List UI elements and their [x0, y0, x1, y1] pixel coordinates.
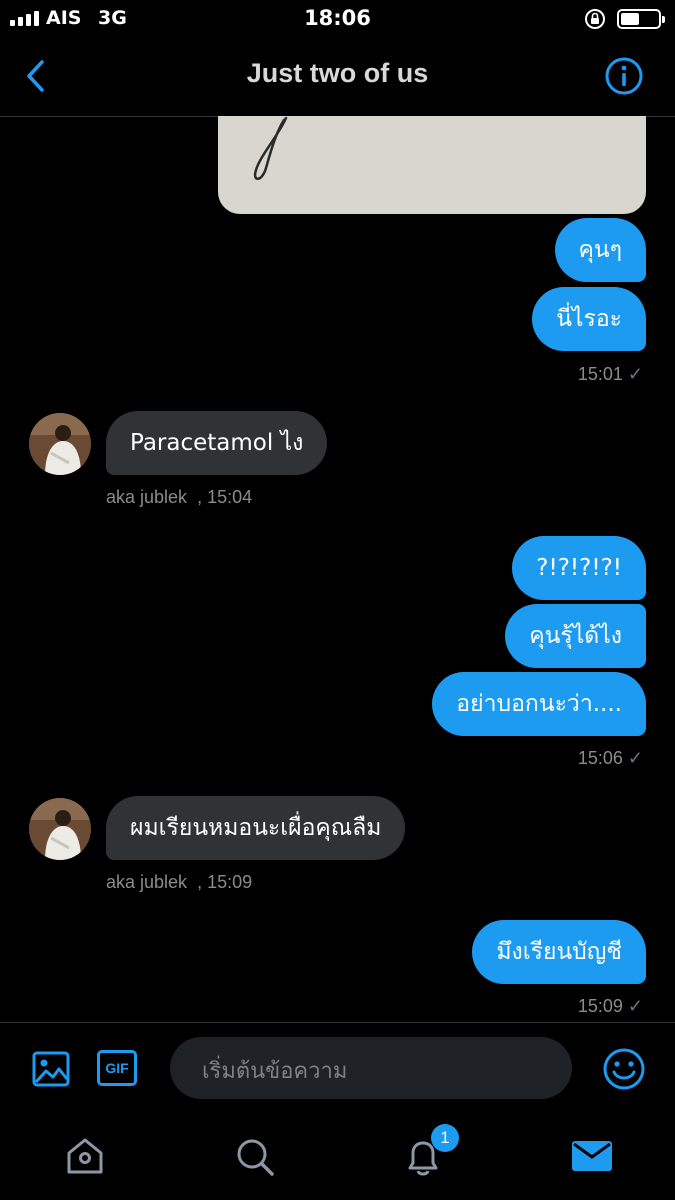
- message-composer: GIF เริ่มต้นข้อความ: [0, 1022, 675, 1119]
- notification-badge: 1: [431, 1124, 459, 1152]
- gif-icon[interactable]: GIF: [97, 1050, 137, 1086]
- message-input[interactable]: เริ่มต้นข้อความ: [170, 1037, 572, 1099]
- search-icon[interactable]: [234, 1136, 276, 1178]
- sender-meta: aka jublek , 15:04: [106, 487, 252, 508]
- outgoing-message[interactable]: อย่าบอกนะว่า....: [432, 672, 646, 736]
- message-timestamp: 15:01 ✓: [577, 364, 643, 384]
- message-input-placeholder: เริ่มต้นข้อความ: [202, 1059, 348, 1084]
- message-text: Paracetamol ไง: [130, 430, 304, 456]
- mail-icon[interactable]: [570, 1138, 614, 1174]
- sender-name: aka jublek: [106, 487, 188, 507]
- clock: 18:06: [304, 6, 371, 30]
- message-text: มึงเรียนบัญชี: [496, 939, 622, 965]
- image-icon[interactable]: [31, 1049, 71, 1089]
- sketch-drawing: [253, 116, 288, 180]
- message-timestamp: 15:09 ✓: [577, 996, 643, 1016]
- image-attachment[interactable]: [218, 116, 646, 214]
- message-time: , 15:09: [197, 872, 253, 892]
- incoming-message[interactable]: Paracetamol ไง: [106, 411, 328, 475]
- incoming-message[interactable]: ผมเรียนหมอนะเผื่อคุณลืม: [106, 796, 406, 860]
- message-text: คุนๆ: [578, 237, 622, 263]
- message-time: , 15:04: [197, 487, 253, 507]
- home-icon[interactable]: [64, 1136, 106, 1176]
- message-text: ผมเรียนหมอนะเผื่อคุณลืม: [130, 815, 382, 841]
- outgoing-message[interactable]: มึงเรียนบัญชี: [472, 920, 646, 984]
- sender-meta: aka jublek , 15:09: [106, 872, 252, 893]
- avatar[interactable]: [29, 413, 91, 475]
- emoji-icon[interactable]: [602, 1047, 646, 1091]
- outgoing-message[interactable]: ?!?!?!?!: [512, 536, 646, 600]
- outgoing-message[interactable]: นี่ไรอะ: [532, 287, 646, 351]
- outgoing-message[interactable]: คุนรุ้ได้ไง: [505, 604, 646, 668]
- battery-icon: [617, 9, 665, 29]
- info-icon[interactable]: [604, 56, 644, 96]
- avatar[interactable]: [29, 798, 91, 860]
- message-text: ?!?!?!?!: [536, 555, 622, 581]
- message-text: นี่ไรอะ: [556, 306, 622, 332]
- bottom-tab-bar: [0, 1118, 675, 1200]
- conversation-header: Just two of us: [0, 38, 675, 117]
- status-bar: AIS 3G 18:06: [0, 0, 675, 38]
- message-text: คุนรุ้ได้ไง: [529, 623, 622, 649]
- conversation-title: Just two of us: [246, 58, 429, 88]
- message-text: อย่าบอกนะว่า....: [456, 691, 622, 717]
- message-timestamp: 15:06 ✓: [577, 748, 643, 768]
- sender-name: aka jublek: [106, 872, 188, 892]
- outgoing-message[interactable]: คุนๆ: [554, 218, 646, 282]
- rotation-lock-icon: [585, 9, 605, 29]
